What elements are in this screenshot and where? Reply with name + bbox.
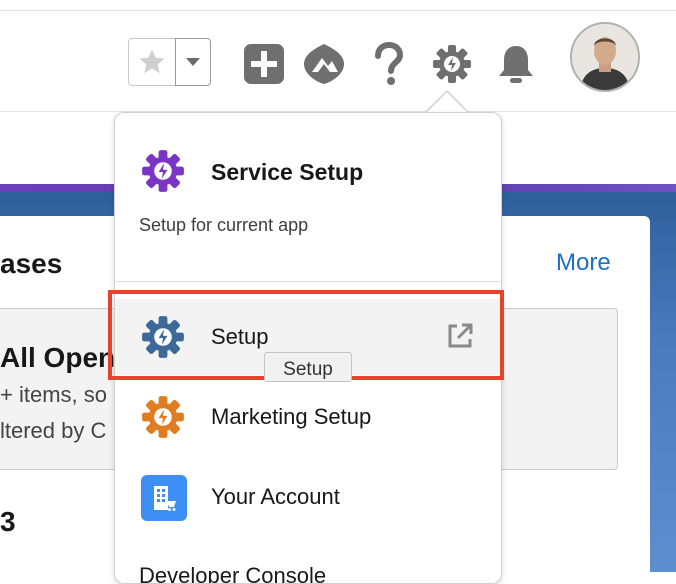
add-icon[interactable] xyxy=(242,42,286,86)
menu-item-developer-console[interactable]: Developer Console xyxy=(139,563,326,583)
marketing-gear-icon xyxy=(141,395,185,439)
star-icon[interactable] xyxy=(128,38,176,86)
more-link[interactable]: More xyxy=(556,249,611,277)
menu-pointer-fill xyxy=(425,92,469,114)
card-title: ases xyxy=(0,248,63,279)
menu-item-marketing-setup[interactable]: Marketing Setup xyxy=(115,379,501,455)
help-icon[interactable] xyxy=(366,42,410,86)
favorites-control[interactable] xyxy=(128,38,211,86)
list-view-name[interactable]: All Open xyxy=(0,342,115,374)
notifications-bell-icon[interactable] xyxy=(494,42,538,86)
record-count: 3 xyxy=(0,506,16,537)
user-avatar[interactable] xyxy=(570,22,640,92)
menu-item-label: Your Account xyxy=(211,484,340,509)
menu-header-subtitle: Setup for current app xyxy=(139,215,309,235)
menu-item-label: Marketing Setup xyxy=(211,404,372,429)
tooltip: Setup xyxy=(264,352,352,382)
menu-divider xyxy=(115,281,501,282)
chevron-down-icon[interactable] xyxy=(175,38,211,86)
service-gear-icon xyxy=(141,149,185,193)
menu-header-title[interactable]: Service Setup xyxy=(211,159,363,186)
list-view-meta: + items, so xyxy=(0,382,107,407)
account-building-icon xyxy=(141,475,187,521)
trailhead-icon[interactable] xyxy=(302,42,346,86)
menu-item-your-account[interactable]: Your Account xyxy=(115,459,501,535)
list-view-filter-meta: ltered by C xyxy=(0,418,107,443)
setup-gear-icon[interactable] xyxy=(430,42,474,86)
